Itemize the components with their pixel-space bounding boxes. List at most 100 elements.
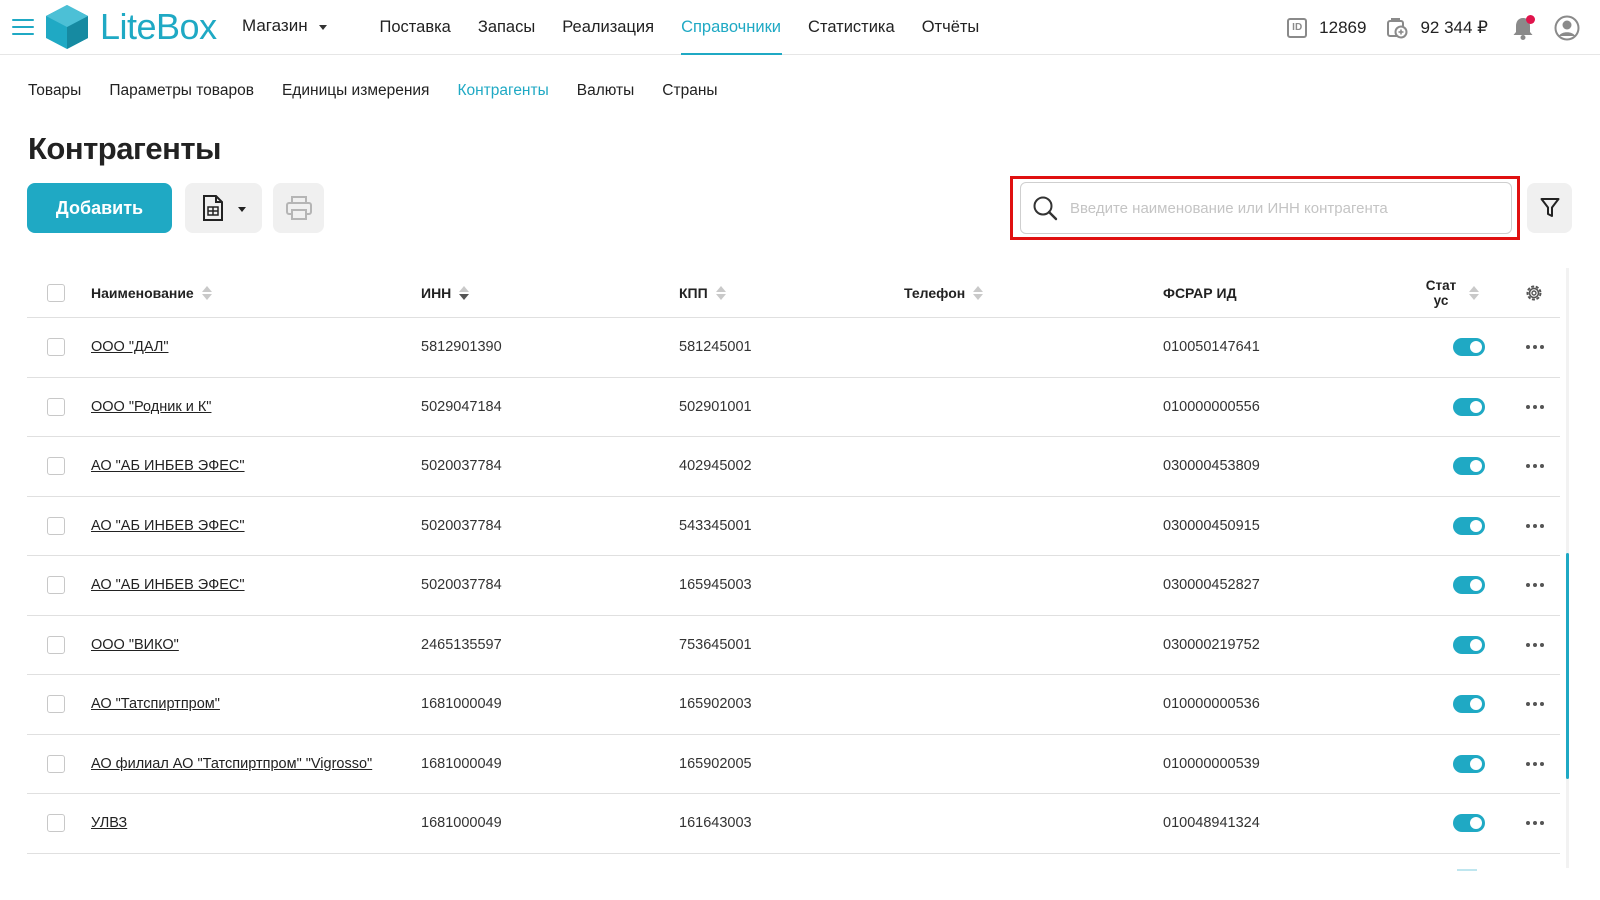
- search-icon: [1033, 196, 1058, 221]
- table-row[interactable]: УЛВЗ 1681000049 161643003 010048941324: [27, 794, 1560, 854]
- status-toggle[interactable]: [1453, 814, 1485, 833]
- row-checkbox[interactable]: [47, 635, 65, 654]
- print-button[interactable]: [273, 183, 324, 233]
- fsrar-cell: 030000219752: [1163, 636, 1260, 653]
- filter-button[interactable]: [1527, 183, 1572, 233]
- subnav-item-units[interactable]: Единицы измерения: [282, 82, 429, 100]
- table-row[interactable]: АО "АБ ИНБЕВ ЭФЕС" 5020037784 543345001 …: [27, 497, 1560, 556]
- table-row[interactable]: ООО "ВИКО" 2465135597 753645001 03000021…: [27, 616, 1560, 675]
- table-row[interactable]: АО "АБ ИНБЕВ ЭФЕС" 5020037784 165945003 …: [27, 556, 1560, 616]
- actions-cell: [1526, 794, 1544, 853]
- kpp-cell: 165902005: [679, 755, 752, 772]
- search-field[interactable]: [1020, 182, 1512, 234]
- status-cell: [1453, 318, 1485, 377]
- column-name[interactable]: Наименование: [91, 268, 212, 317]
- table-row[interactable]: АО "Татспиртпром" 1681000049 165902003 0…: [27, 675, 1560, 735]
- more-actions-icon[interactable]: [1526, 642, 1544, 647]
- nav-item-references[interactable]: Справочники: [668, 0, 795, 55]
- gear-icon[interactable]: [1524, 283, 1544, 303]
- subnav-item-countries[interactable]: Страны: [662, 82, 717, 100]
- add-button[interactable]: Добавить: [27, 183, 172, 233]
- row-checkbox[interactable]: [47, 754, 65, 773]
- counterparty-name-link[interactable]: АО "АБ ИНБЕВ ЭФЕС": [91, 577, 245, 593]
- kpp-cell: 753645001: [679, 636, 752, 653]
- nav-item-stock[interactable]: Запасы: [464, 0, 548, 55]
- more-actions-icon[interactable]: [1526, 464, 1544, 469]
- row-checkbox[interactable]: [47, 814, 65, 833]
- sort-icon[interactable]: [201, 285, 212, 300]
- status-cell: [1453, 675, 1485, 734]
- table-row[interactable]: АО филиал АО "Татспиртпром" "Vigrosso" 1…: [27, 735, 1560, 794]
- row-checkbox-cell: [47, 675, 65, 734]
- id-icon: ID: [1287, 17, 1308, 38]
- column-inn[interactable]: ИНН: [421, 268, 470, 317]
- menu-icon[interactable]: [12, 19, 34, 35]
- subnav-item-counterparties[interactable]: Контрагенты: [457, 82, 548, 100]
- sort-icon[interactable]: [459, 285, 470, 300]
- row-checkbox[interactable]: [47, 338, 65, 357]
- counterparty-name-link[interactable]: ООО "ДАЛ": [91, 339, 168, 355]
- more-actions-icon[interactable]: [1526, 702, 1544, 707]
- row-checkbox[interactable]: [47, 576, 65, 595]
- nav-item-sales[interactable]: Реализация: [549, 0, 668, 55]
- column-fsrar-label: ФСРАР ИД: [1163, 284, 1237, 301]
- status-toggle[interactable]: [1453, 338, 1485, 357]
- status-toggle[interactable]: [1453, 695, 1485, 714]
- status-toggle[interactable]: [1453, 457, 1485, 476]
- sort-icon[interactable]: [715, 285, 726, 300]
- counterparty-name-link[interactable]: АО "АБ ИНБЕВ ЭФЕС": [91, 518, 245, 534]
- nav-item-supply[interactable]: Поставка: [366, 0, 464, 55]
- row-checkbox[interactable]: [47, 516, 65, 535]
- column-phone[interactable]: Телефон: [904, 268, 984, 317]
- column-status[interactable]: Стат ус: [1421, 268, 1479, 317]
- table-row[interactable]: ООО "Родник и К" 5029047184 502901001 01…: [27, 378, 1560, 437]
- actions-cell: [1526, 616, 1544, 675]
- status-toggle[interactable]: [1453, 754, 1485, 773]
- fsrar-cell: 030000450915: [1163, 517, 1260, 534]
- logo[interactable]: LiteBox: [46, 5, 217, 49]
- more-actions-icon[interactable]: [1526, 583, 1544, 588]
- counterparty-name-link[interactable]: АО филиал АО "Татспиртпром" "Vigrosso": [91, 756, 372, 772]
- subnav-item-goods-params[interactable]: Параметры товаров: [109, 82, 254, 100]
- store-dropdown[interactable]: Магазин: [242, 16, 327, 36]
- status-toggle[interactable]: [1453, 576, 1485, 595]
- notifications-bell-icon[interactable]: [1510, 14, 1536, 41]
- nav-item-reports[interactable]: Отчёты: [908, 0, 993, 55]
- status-toggle[interactable]: [1453, 516, 1485, 535]
- nav-item-statistics[interactable]: Статистика: [795, 0, 909, 55]
- inn-cell: 5020037784: [421, 577, 502, 594]
- sort-icon[interactable]: [1469, 285, 1479, 300]
- subnav-item-currencies[interactable]: Валюты: [577, 82, 635, 100]
- counterparty-name-link[interactable]: АО "АБ ИНБЕВ ЭФЕС": [91, 458, 245, 474]
- counterparty-name-link[interactable]: ООО "ВИКО": [91, 637, 179, 653]
- counterparty-name-link[interactable]: УЛВЗ: [91, 815, 127, 831]
- export-dropdown-button[interactable]: [185, 183, 262, 233]
- counterparty-name-link[interactable]: ООО "Родник и К": [91, 399, 211, 415]
- user-avatar-icon[interactable]: [1554, 15, 1580, 41]
- more-actions-icon[interactable]: [1526, 345, 1544, 350]
- wallet-icon[interactable]: [1386, 17, 1408, 39]
- subnav-item-goods[interactable]: Товары: [28, 82, 81, 100]
- column-kpp[interactable]: КПП: [679, 268, 726, 317]
- search-input[interactable]: [1070, 199, 1490, 217]
- table-row[interactable]: АО "АБ ИНБЕВ ЭФЕС" 5020037784 402945002 …: [27, 437, 1560, 497]
- row-checkbox[interactable]: [47, 695, 65, 714]
- more-actions-icon[interactable]: [1526, 761, 1544, 766]
- sort-icon[interactable]: [973, 285, 984, 300]
- inn-cell: 1681000049: [421, 755, 502, 772]
- fsrar-cell: 010000000536: [1163, 696, 1260, 713]
- more-actions-icon[interactable]: [1526, 821, 1544, 826]
- more-actions-icon[interactable]: [1526, 523, 1544, 528]
- status-toggle[interactable]: [1453, 397, 1485, 416]
- row-checkbox[interactable]: [47, 457, 65, 476]
- name-cell: УЛВЗ: [91, 794, 127, 853]
- more-actions-icon[interactable]: [1526, 404, 1544, 409]
- select-all-checkbox[interactable]: [47, 283, 65, 302]
- table-row[interactable]: ООО "ДАЛ" 5812901390 581245001 010050147…: [27, 318, 1560, 378]
- row-checkbox-cell: [47, 735, 65, 794]
- scrollbar-thumb[interactable]: [1566, 553, 1569, 779]
- row-checkbox[interactable]: [47, 397, 65, 416]
- status-toggle[interactable]: [1453, 635, 1485, 654]
- printer-icon: [285, 196, 312, 220]
- counterparty-name-link[interactable]: АО "Татспиртпром": [91, 696, 220, 712]
